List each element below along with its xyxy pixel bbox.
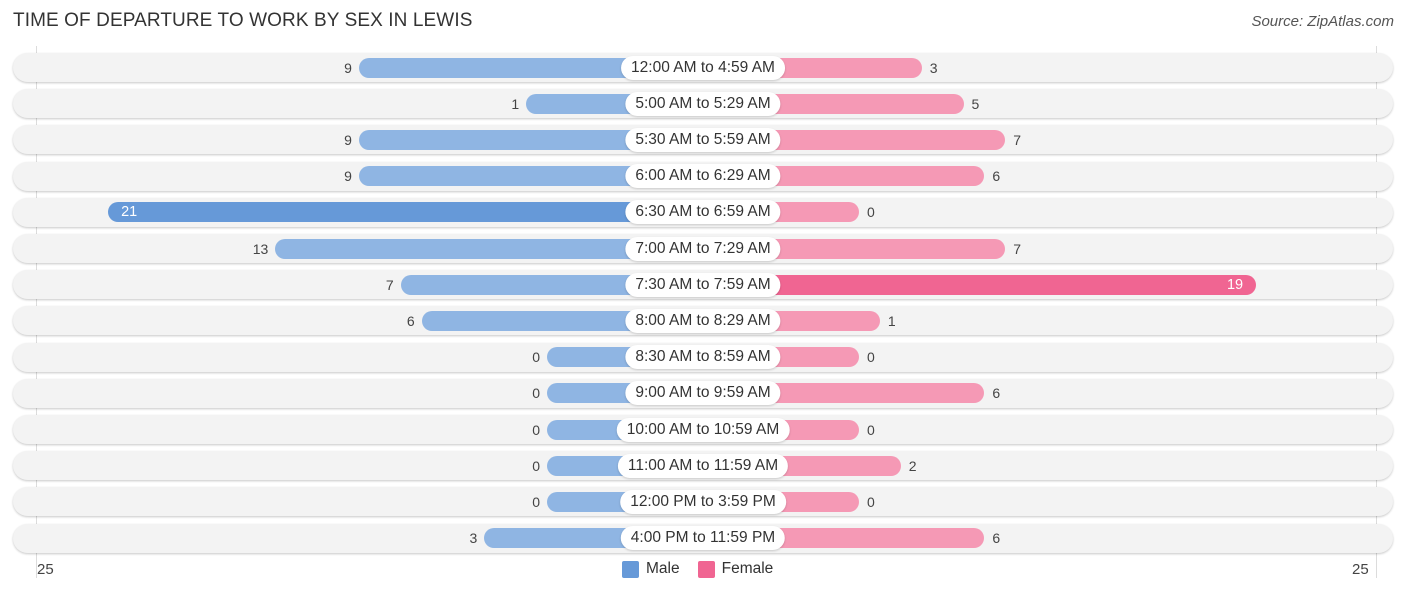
value-label-female: 7 [1013, 131, 1022, 148]
value-label-male: 7 [385, 276, 394, 293]
category-label: 5:30 AM to 5:59 AM [625, 127, 781, 152]
value-label-female: 0 [867, 204, 875, 221]
value-label-female: 0 [867, 421, 875, 438]
category-label: 10:00 AM to 10:59 AM [616, 417, 790, 442]
value-label-female: 6 [992, 385, 1001, 402]
category-label: 11:00 AM to 11:59 AM [617, 453, 789, 478]
category-label: 6:30 AM to 6:59 AM [625, 200, 781, 225]
value-label-female: 1 [887, 312, 896, 329]
value-label-male: 13 [252, 240, 269, 257]
category-label: 7:00 AM to 7:29 AM [625, 236, 781, 261]
bar-female[interactable] [703, 274, 1257, 295]
category-label: 12:00 AM to 4:59 AM [621, 55, 785, 80]
legend-item-female[interactable]: Female [697, 560, 774, 578]
value-label-male: 1 [511, 95, 520, 112]
value-label-female: 3 [929, 59, 938, 76]
value-label-female: 19 [1226, 276, 1244, 293]
category-label: 8:00 AM to 8:29 AM [625, 308, 781, 333]
value-label-female: 2 [908, 457, 917, 474]
category-label: 9:00 AM to 9:59 AM [625, 381, 781, 406]
value-label-male: 9 [344, 59, 352, 76]
value-label-female: 6 [992, 168, 1001, 185]
legend-label-female: Female [721, 560, 774, 577]
value-label-male: 0 [532, 457, 540, 474]
value-label-female: 0 [867, 493, 875, 510]
value-label-male: 21 [121, 204, 138, 221]
legend-item-male[interactable]: Male [622, 560, 680, 578]
legend: Male Female [622, 560, 791, 578]
bar-male[interactable] [108, 202, 703, 223]
axis-label-right: 25 [1352, 561, 1369, 578]
value-label-female: 7 [1013, 240, 1022, 257]
category-label: 5:00 AM to 5:29 AM [625, 91, 781, 116]
value-label-male: 9 [344, 131, 352, 148]
legend-label-male: Male [646, 560, 680, 577]
value-label-male: 0 [532, 385, 540, 402]
legend-swatch-female [697, 560, 715, 578]
axis-label-left: 25 [37, 561, 54, 578]
value-label-male: 6 [406, 312, 415, 329]
chart-title: TIME OF DEPARTURE TO WORK BY SEX IN LEWI… [13, 10, 473, 31]
value-label-male: 0 [532, 349, 540, 366]
value-label-female: 0 [867, 349, 875, 366]
category-label: 6:00 AM to 6:29 AM [625, 164, 781, 189]
value-label-male: 9 [344, 168, 352, 185]
value-label-female: 5 [971, 95, 980, 112]
value-label-female: 6 [992, 530, 1001, 547]
category-label: 8:30 AM to 8:59 AM [625, 345, 781, 370]
category-label: 4:00 PM to 11:59 PM [620, 526, 786, 551]
source-label: Source: ZipAtlas.com [1251, 13, 1394, 30]
legend-swatch-male [622, 560, 639, 578]
category-label: 7:30 AM to 7:59 AM [625, 272, 781, 297]
value-label-male: 0 [532, 421, 540, 438]
category-label: 12:00 PM to 3:59 PM [620, 489, 786, 514]
value-label-male: 3 [469, 530, 478, 547]
value-label-male: 0 [532, 493, 540, 510]
